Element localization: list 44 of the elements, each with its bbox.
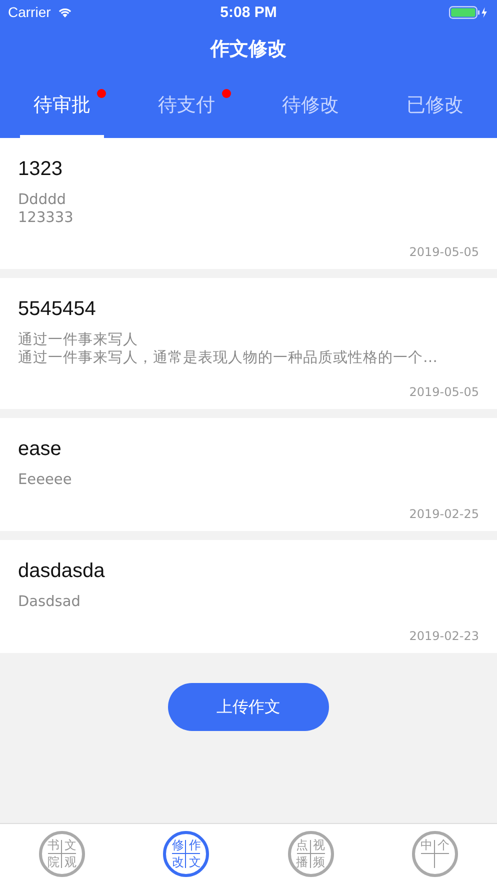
essay-date: 2019-02-23 [409,629,479,643]
essay-excerpt: Eeeeee [18,471,73,489]
carrier-label: Carrier [8,4,51,20]
essay-excerpt: 通过一件事来写人 [18,331,139,349]
essay-excerpt: Ddddd [18,191,67,209]
seal-character: 修 [172,839,184,851]
essay-title: dasdasda [18,560,106,583]
essay-excerpt: 通过一件事来写人，通常是表现人物的一种品质或性格的一个… [18,349,438,367]
seal-character: 播 [296,856,308,868]
status-time: 5:08 PM [220,4,277,20]
essay-date: 2019-05-05 [409,245,479,259]
seal-character: 改 [172,856,184,868]
seal-character: 点 [296,839,308,851]
essay-excerpt: 123333 [18,209,74,227]
essay-date: 2019-05-05 [409,385,479,399]
tab[interactable]: 待修改 [268,74,353,138]
essay-excerpt: Dasdsad [18,593,82,611]
seal-tab-icon[interactable]: 书 文 院 观 [39,830,86,876]
seal-tab-icon[interactable]: 中 个 [412,830,458,876]
seal-character: 个 [437,839,450,851]
seal-tab-icon[interactable]: 点 视 播 频 [288,830,334,876]
essay-title: ease [18,438,62,461]
essay-card[interactable]: 5545454 通过一件事来写人 通过一件事来写人，通常是表现人物的一种品质或性格的一个… 2019-05-05 [0,278,497,409]
seal-character: 观 [64,856,77,868]
seal-character: 作 [188,839,201,851]
seal-tab-icon[interactable]: 修 作 改 文 [163,830,210,876]
essay-card[interactable]: dasdasda Dasdsad 2019-02-23 [0,540,497,653]
tab[interactable]: 已修改 [392,74,477,138]
essay-card[interactable]: ease Eeeeee 2019-02-25 [0,418,497,531]
seal-character: 文 [188,856,201,868]
seal-character: 文 [64,839,77,851]
seal-character: 频 [313,856,326,868]
seal-character: 中 [420,839,432,851]
page-title: 作文修改 [209,37,288,62]
essay-title: 1323 [18,158,64,181]
seal-character: 书 [48,839,60,851]
essay-date: 2019-02-25 [409,507,479,521]
wifi-icon [56,6,73,18]
tab[interactable]: 待支付 [144,74,228,138]
essay-title: 5545454 [18,298,97,321]
upload-button[interactable]: 上传作文 [168,683,329,731]
essay-card[interactable]: 1323 Ddddd 123333 2019-05-05 [0,138,497,269]
seal-character: 院 [48,856,60,868]
seal-character: 视 [313,839,326,851]
